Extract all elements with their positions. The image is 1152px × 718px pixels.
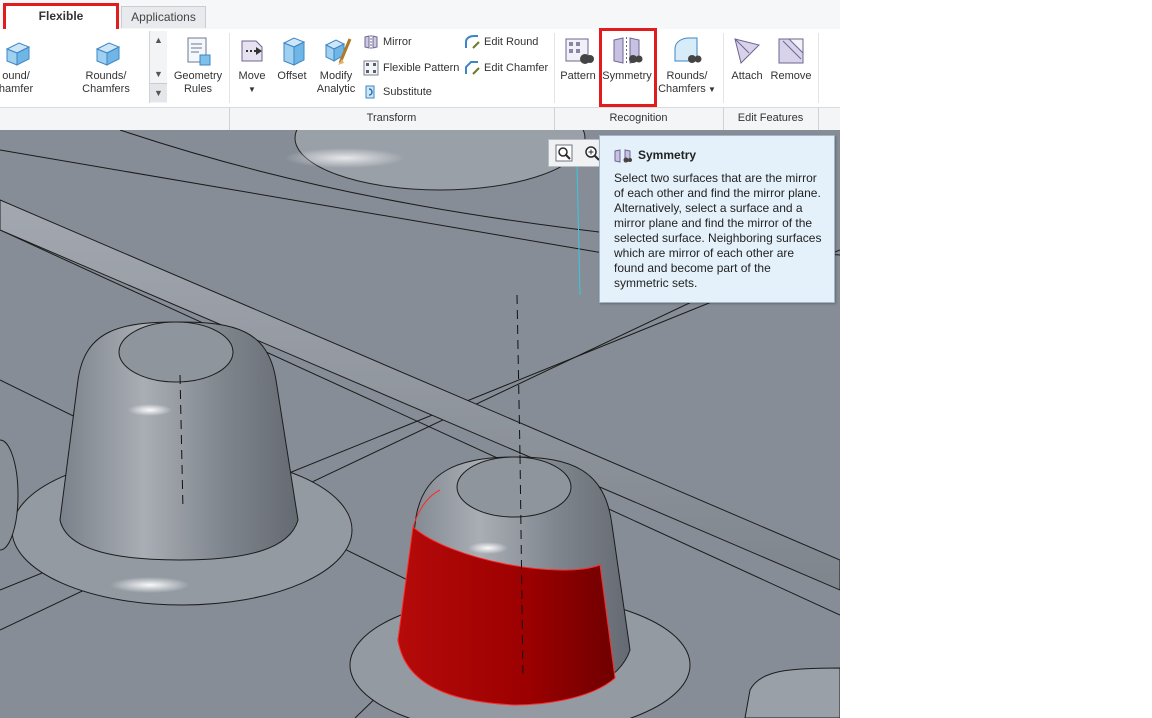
- tooltip-title: Symmetry: [638, 148, 697, 162]
- group-label-recognition: Recognition: [609, 112, 668, 124]
- attach-label: Attach: [731, 70, 763, 82]
- flexible-pattern-icon: [363, 60, 379, 76]
- tab-flexible-modeling[interactable]: Flexible Modeling: [3, 3, 119, 44]
- recognize-rounds-icon: [674, 37, 702, 63]
- remove-label: Remove: [770, 70, 812, 82]
- tooltip-body: Select two surfaces that are the mirror …: [614, 171, 822, 290]
- ribbon-separator: [554, 33, 555, 103]
- geometry-rules-icon: [187, 37, 211, 66]
- rounds-chamfers-label-1: Rounds/: [85, 70, 127, 82]
- edit-round-icon: [465, 35, 480, 49]
- round-chamfer-icon: [5, 42, 31, 66]
- geometry-rules-label-1: Geometry: [173, 70, 223, 82]
- rounds-chamfers-icon: [95, 42, 121, 66]
- symmetry-tooltip: Symmetry Select two surfaces that are th…: [599, 135, 835, 303]
- remove-button[interactable]: Remove: [769, 35, 813, 83]
- gallery-scroll-down-icon[interactable]: ▼: [150, 65, 167, 83]
- gallery-scrollbar[interactable]: ▲ ▼ ▼: [149, 31, 167, 103]
- symmetry-highlight-box: [599, 28, 657, 107]
- flexible-modeling-window: Flexible Modeling Applications ound/ ham…: [0, 0, 840, 718]
- offset-label: Offset: [277, 70, 307, 82]
- ribbon-group-labels: Transform Recognition Edit Features: [0, 107, 840, 131]
- pattern-label: Pattern: [560, 70, 596, 82]
- attach-button[interactable]: Attach: [727, 35, 767, 83]
- geometry-rules-label-2: Rules: [183, 83, 213, 95]
- flexible-pattern-label: Flexible Pattern: [383, 62, 460, 74]
- rounds-chamfers-label-2: Chamfers: [82, 83, 130, 95]
- gallery-expand-icon[interactable]: ▼: [150, 83, 167, 102]
- edit-chamfer-icon: [465, 61, 480, 75]
- edit-chamfer-button[interactable]: Edit Chamfer: [464, 59, 548, 77]
- remove-icon: [778, 38, 804, 64]
- attach-icon: [734, 38, 760, 64]
- recognize-rounds-label-1: Rounds/: [666, 70, 708, 82]
- mirror-button[interactable]: Mirror: [363, 33, 412, 51]
- group-separator: [818, 108, 819, 130]
- ribbon-separator: [723, 33, 724, 103]
- tooltip-symmetry-icon: [614, 149, 632, 163]
- flexible-pattern-button[interactable]: Flexible Pattern: [363, 59, 459, 77]
- ribbon: ound/ hamfer Rounds/ Chamfers ▲ ▼ ▼ Geom…: [0, 29, 840, 107]
- round-chamfer-label-2: hamfer: [0, 83, 34, 95]
- move-button[interactable]: Move ▼: [233, 35, 271, 96]
- left-boss: [11, 321, 353, 606]
- pattern-button[interactable]: Pattern: [558, 35, 598, 83]
- modify-analytic-label-1: Modify: [319, 70, 353, 82]
- recognize-rounds-chamfers-button[interactable]: Rounds/ Chamfers ▼: [658, 35, 716, 96]
- ribbon-separator: [229, 33, 230, 103]
- zoom-fit-icon[interactable]: [555, 144, 573, 162]
- pattern-icon: [565, 38, 594, 64]
- move-icon: [241, 40, 263, 62]
- modify-analytic-icon: [324, 38, 352, 65]
- edit-round-button[interactable]: Edit Round: [464, 33, 538, 51]
- ribbon-tab-bar: Flexible Modeling Applications: [0, 0, 840, 44]
- offset-icon: [282, 37, 306, 66]
- recognize-rounds-dropdown-icon[interactable]: ▼: [706, 85, 716, 94]
- recognize-rounds-label-2: Chamfers: [658, 83, 706, 95]
- substitute-icon: [365, 85, 375, 99]
- gallery-scroll-up-icon[interactable]: ▲: [150, 31, 167, 49]
- shape-gallery: ound/ hamfer Rounds/ Chamfers: [0, 31, 167, 103]
- round-chamfer-label-1: ound/: [2, 70, 30, 82]
- move-label: Move: [238, 70, 266, 82]
- group-label-edit-features: Edit Features: [737, 112, 804, 124]
- group-label-transform: Transform: [366, 112, 417, 124]
- offset-button[interactable]: Offset: [273, 35, 311, 83]
- modify-analytic-button[interactable]: Modify Analytic: [313, 35, 359, 96]
- mirror-label: Mirror: [383, 36, 412, 48]
- edit-chamfer-label: Edit Chamfer: [484, 62, 549, 74]
- substitute-button[interactable]: Substitute: [363, 83, 432, 101]
- geometry-rules-button[interactable]: Geometry Rules: [171, 35, 225, 96]
- mirror-icon: [364, 35, 378, 50]
- edit-round-label: Edit Round: [484, 36, 539, 48]
- move-dropdown-icon[interactable]: ▼: [248, 85, 256, 94]
- substitute-label: Substitute: [383, 86, 432, 98]
- round-chamfer-button[interactable]: ound/ hamfer: [0, 39, 42, 96]
- tab-applications[interactable]: Applications: [121, 6, 206, 28]
- ribbon-separator: [818, 33, 819, 103]
- right-boss: [349, 294, 691, 718]
- rounds-chamfers-button[interactable]: Rounds/ Chamfers: [78, 39, 134, 96]
- modify-analytic-label-2: Analytic: [316, 83, 356, 95]
